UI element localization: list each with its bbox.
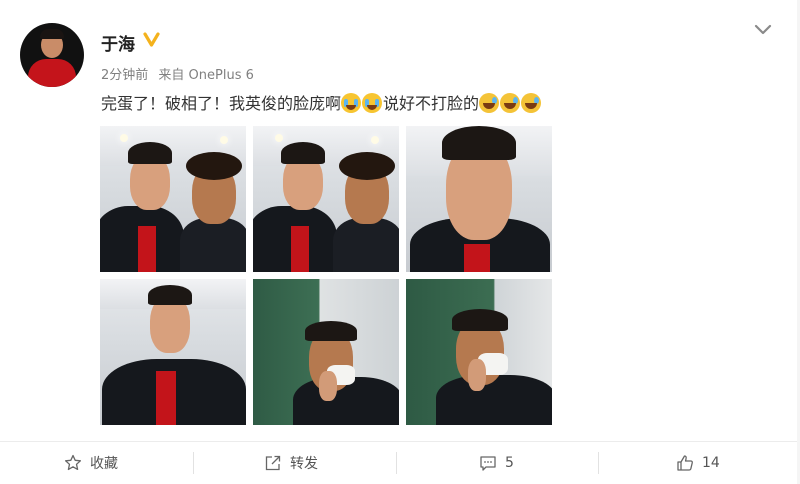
action-separator [396, 452, 397, 474]
post-meta: 2分钟前 来自 OnePlus 6 [101, 64, 260, 83]
verified-badge-icon [143, 32, 160, 47]
thumbs-up-icon [677, 455, 693, 471]
action-separator [598, 452, 599, 474]
photo-3[interactable] [406, 126, 552, 272]
user-name[interactable]: 于海 [101, 30, 135, 55]
avatar[interactable] [20, 23, 84, 87]
chevron-down-icon[interactable] [753, 23, 773, 37]
star-icon [64, 454, 82, 471]
action-bar: 收藏 转发 5 14 [0, 442, 800, 484]
post-time[interactable]: 2分钟前 [101, 68, 148, 83]
crying-face-icon [341, 93, 362, 113]
photo-4[interactable] [100, 279, 246, 425]
post-text-part2: 说好不打脸的 [383, 94, 480, 113]
comment-count: 5 [505, 455, 514, 471]
comment-button[interactable]: 5 [479, 442, 514, 484]
crying-face-icon [362, 93, 383, 113]
comment-icon [480, 456, 496, 471]
laugh-cry-face-icon [500, 93, 521, 113]
like-count: 14 [702, 455, 720, 471]
photo-2[interactable] [253, 126, 399, 272]
action-separator [193, 452, 194, 474]
repost-label: 转发 [290, 456, 318, 472]
photo-5[interactable] [253, 279, 399, 425]
photo-6[interactable] [406, 279, 552, 425]
repost-button[interactable]: 转发 [264, 442, 318, 484]
photo-1[interactable] [100, 126, 246, 272]
favorite-label: 收藏 [90, 456, 118, 472]
laugh-cry-face-icon [521, 93, 542, 113]
favorite-button[interactable]: 收藏 [64, 442, 118, 484]
post-text-part1: 完蛋了！破相了！我英俊的脸庞啊 [101, 94, 342, 113]
laugh-cry-face-icon [479, 93, 500, 113]
post-source: 来自 OnePlus 6 [158, 68, 254, 83]
like-button[interactable]: 14 [676, 442, 720, 484]
share-icon [265, 455, 281, 471]
weibo-post-card: 于海 2分钟前 来自 OnePlus 6 完蛋了！破相了！我英俊的脸庞啊 说好不打… [0, 0, 800, 484]
post-text: 完蛋了！破相了！我英俊的脸庞啊 说好不打脸的 [101, 93, 542, 115]
